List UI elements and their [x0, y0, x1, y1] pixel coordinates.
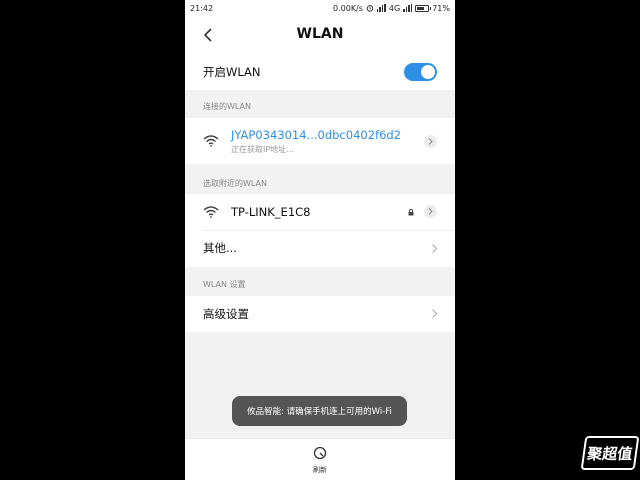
wlan-toggle-label: 开启WLAN [203, 65, 261, 79]
battery-fill [417, 6, 425, 10]
status-bar: 21:42 0.00K/s 4G 71% [185, 0, 455, 16]
refresh-icon [313, 446, 327, 460]
connected-section-header: 连接的WLAN [203, 102, 252, 111]
advanced-settings-row[interactable]: 高级设置 [185, 296, 455, 332]
refresh-label: 刷新 [313, 466, 327, 474]
signal-icon-2 [403, 4, 413, 12]
toggle-knob [421, 65, 435, 79]
other-networks-row[interactable]: 其他... [185, 230, 455, 266]
settings-section-header: WLAN 设置 [203, 280, 246, 289]
wlan-toggle-row[interactable]: 开启WLAN [185, 54, 455, 90]
battery-icon [415, 4, 432, 12]
chevron-right-icon [428, 138, 433, 145]
bottom-bar: 刷新 [185, 438, 455, 480]
wlan-toggle-switch[interactable] [404, 63, 437, 81]
lock-icon [408, 209, 414, 216]
nearby-networks-list: TP-LINK_E1C8 其他... [185, 194, 455, 267]
network-detail-button[interactable] [424, 135, 437, 148]
nearby-network-row[interactable]: TP-LINK_E1C8 [185, 194, 455, 230]
battery-percent: 71% [432, 3, 450, 13]
network-detail-button[interactable] [424, 205, 437, 218]
status-icons: 0.00K/s 4G 71% [333, 4, 450, 13]
nearby-network-ssid: TP-LINK_E1C8 [231, 205, 311, 219]
advanced-settings-label: 高级设置 [203, 307, 249, 321]
connected-network-row[interactable]: JYAP0343014...0dbc0402f6d2 正在获取IP地址... [185, 118, 455, 164]
toast-message: 攸品智能: 请确保手机连上可用的Wi-Fi [232, 396, 407, 426]
chevron-right-icon [432, 244, 437, 253]
other-networks-label: 其他... [203, 241, 237, 255]
status-speed: 0.00K/s [333, 3, 363, 13]
watermark-logo: 聚超值 [580, 436, 640, 470]
connected-network-ssid: JYAP0343014...0dbc0402f6d2 [231, 127, 401, 142]
network-type: 4G [388, 3, 401, 13]
chevron-right-icon [432, 309, 437, 318]
refresh-button[interactable]: 刷新 [310, 445, 330, 475]
page-title: WLAN [296, 26, 344, 42]
wifi-icon [203, 206, 219, 218]
phone-screen: 21:42 0.00K/s 4G 71% WLAN 开启WLAN 连接的WLAN [185, 0, 455, 480]
nearby-section-header: 选取附近的WLAN [203, 179, 268, 188]
connected-network-status: 正在获取IP地址... [231, 144, 294, 154]
alarm-icon [366, 5, 374, 12]
signal-icon [376, 4, 386, 12]
title-bar: WLAN [185, 16, 455, 54]
chevron-right-icon [428, 208, 433, 215]
wifi-icon [203, 135, 219, 147]
status-time: 21:42 [190, 3, 214, 13]
